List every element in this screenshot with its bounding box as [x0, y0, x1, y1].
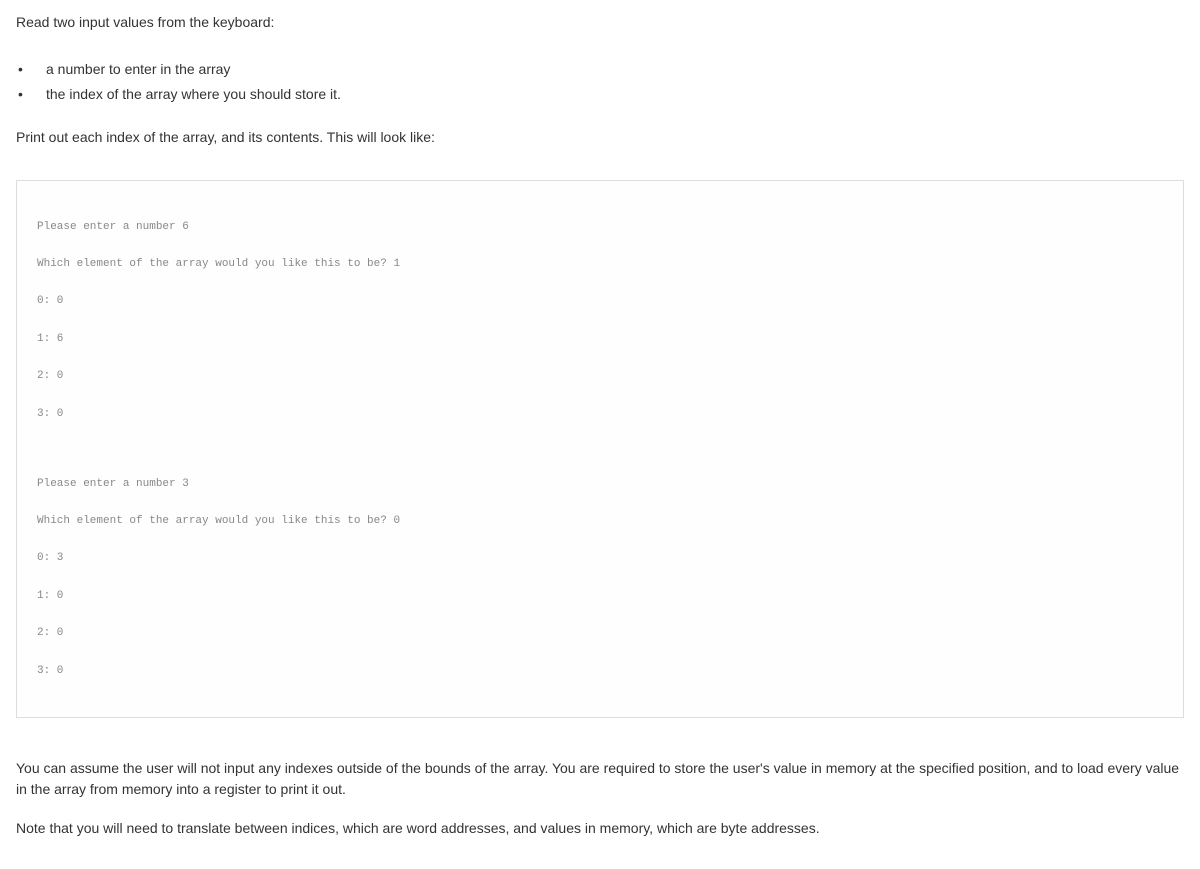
code-line: Please enter a number 3: [37, 475, 1163, 494]
code-line: 0: 3: [37, 549, 1163, 568]
code-line: 1: 6: [37, 330, 1163, 349]
post-paragraph-1: You can assume the user will not input a…: [16, 758, 1184, 800]
code-line: 2: 0: [37, 624, 1163, 643]
code-line: 1: 0: [37, 587, 1163, 606]
code-line: 0: 0: [37, 292, 1163, 311]
code-line: Please enter a number 6: [37, 218, 1163, 237]
list-item: the index of the array where you should …: [16, 84, 1184, 105]
code-line: 3: 0: [37, 662, 1163, 681]
code-output-block: Please enter a number 6 Which element of…: [16, 180, 1184, 718]
list-item: a number to enter in the array: [16, 59, 1184, 80]
code-line: Which element of the array would you lik…: [37, 255, 1163, 274]
code-line: Which element of the array would you lik…: [37, 512, 1163, 531]
intro-text: Read two input values from the keyboard:: [16, 12, 1184, 33]
code-line: 3: 0: [37, 405, 1163, 424]
post-paragraph-2: Note that you will need to translate bet…: [16, 818, 1184, 839]
code-line: 2: 0: [37, 367, 1163, 386]
pre-code-text: Print out each index of the array, and i…: [16, 127, 1184, 148]
bullet-list: a number to enter in the array the index…: [16, 59, 1184, 105]
